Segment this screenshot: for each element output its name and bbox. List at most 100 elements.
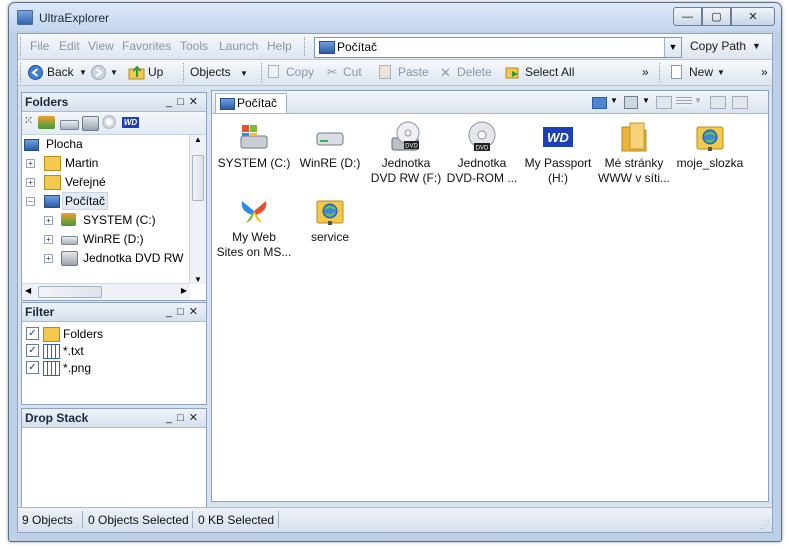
expand-icon[interactable]: + [26,178,35,187]
dvd-rw-icon: DVD [390,121,422,153]
resize-grip-icon[interactable]: ⋰ [760,520,770,531]
delete-label: Delete [457,65,492,79]
panel-controls[interactable]: _□✕ [166,305,203,318]
grid-icon [43,344,60,359]
close-button[interactable]: ✕ [731,7,775,26]
scroll-down-icon[interactable]: ▼ [194,275,202,284]
desktop-icon [24,139,39,151]
list-item[interactable]: SYSTEM (C:) [216,117,292,171]
filter-checkbox[interactable]: ✓ [26,361,39,374]
move-to-icon[interactable] [710,94,728,110]
toolbar-grip[interactable] [20,37,24,56]
svg-text:WD: WD [547,130,569,145]
folders-panel: Folders _□✕ ⁙ WD Plocha + Martin + Veřej… [21,92,207,301]
computer-icon [220,98,235,110]
item-label: WinRE (D:) [299,156,361,170]
chevron-down-icon[interactable]: ▼ [110,64,118,81]
objects-button[interactable]: Objects ▼ [190,64,248,81]
chevron-down-icon[interactable]: ▼ [694,96,702,105]
tree-horizontal-scrollbar[interactable]: ◀ ▶ [22,283,190,300]
filter-item-txt[interactable]: ✓ *.txt [22,342,202,360]
title-bar[interactable]: UltraExplorer — ▢ ✕ [9,3,781,31]
item-label-line2: (H:) [548,171,568,185]
list-item[interactable]: WinRE (D:) [292,117,368,171]
chevron-down-icon[interactable]: ▼ [610,96,618,105]
windows-drive-icon [238,121,270,153]
expand-icon[interactable]: + [26,159,35,168]
chevron-down-icon[interactable]: ▼ [752,38,761,55]
copy-to-icon[interactable] [732,94,750,110]
tab-pocitac[interactable]: Počítač [215,93,287,113]
toolbar-grip[interactable] [20,63,24,82]
menu-tools[interactable]: Tools [180,38,208,55]
menu-help[interactable]: Help [267,38,292,55]
expand-icon[interactable]: + [44,235,53,244]
panel-layout-icon[interactable] [656,94,674,110]
disc-icon[interactable] [102,115,116,129]
dvd-drive-icon[interactable] [82,116,99,131]
item-label-line2: DVD RW (F:) [370,171,442,185]
minimize-button[interactable]: — [673,7,702,26]
address-input[interactable]: Počítač [337,40,377,54]
windows-drive-icon[interactable] [38,116,55,129]
item-label: My Web [232,230,276,244]
toolbar-grip[interactable] [183,63,187,82]
panel-controls[interactable]: _□✕ [166,95,203,108]
drive-icon[interactable] [60,120,79,130]
chevron-down-icon[interactable]: ▼ [642,96,650,105]
window-title: UltraExplorer [39,11,110,25]
tree-vertical-scrollbar[interactable]: ▲ ▼ [189,135,206,284]
toolbar-grip[interactable] [304,37,308,56]
scroll-right-icon[interactable]: ▶ [181,286,187,295]
chevron-down-icon: ▼ [717,68,725,77]
collapse-icon[interactable]: − [26,197,35,206]
item-label-line2: Sites on MS... [216,245,292,259]
drop-stack-panel[interactable]: Drop Stack _□✕ [21,408,207,511]
panel-controls[interactable]: _□✕ [166,411,203,424]
folders-panel-title: Folders [25,95,69,109]
list-item[interactable]: WD My Passport (H:) [520,117,596,186]
filter-checkbox[interactable]: ✓ [26,344,39,357]
menu-view[interactable]: View [88,38,114,55]
filter-item-folders[interactable]: ✓ Folders [22,325,202,343]
list-item[interactable]: My Web Sites on MS... [216,191,292,260]
item-grid: SYSTEM (C:) WinRE (D:) DVD Jednotka DVD … [212,115,768,501]
list-item[interactable]: DVD Jednotka DVD RW (F:) [368,117,444,186]
item-label: moje_slozka [676,156,744,170]
menu-edit[interactable]: Edit [59,38,80,55]
scroll-thumb[interactable] [192,155,204,201]
address-bar[interactable]: Počítač ▼ [314,37,682,58]
network-folder-icon [694,121,726,153]
chevron-down-icon[interactable]: ▼ [79,64,87,81]
list-item[interactable]: Mé stránky WWW v síti... [596,117,672,186]
scroll-left-icon[interactable]: ◀ [25,286,31,295]
toolbar-grip[interactable] [261,63,265,82]
filter-checkbox[interactable]: ✓ [26,327,39,340]
menu-launch[interactable]: Launch [219,38,258,55]
folder-tree-icon[interactable] [592,94,610,110]
wd-drive-icon[interactable]: WD [122,117,139,128]
scroll-up-icon[interactable]: ▲ [194,135,202,144]
menu-file[interactable]: File [30,38,49,55]
details-view-icon[interactable] [676,94,694,110]
item-label: SYSTEM (C:) [217,156,291,170]
scroll-thumb[interactable] [38,286,102,298]
expand-icon[interactable]: + [44,216,53,225]
toolbar-overflow-button[interactable]: » [642,64,649,81]
toolbar-grip[interactable] [659,63,663,82]
menu-favorites[interactable]: Favorites [122,38,171,55]
list-item[interactable]: DVD Jednotka DVD-ROM ... [444,117,520,186]
expand-icon[interactable]: + [44,254,53,263]
view-mode-icon[interactable] [624,94,642,110]
status-object-count: 9 Objects [22,513,73,527]
list-item[interactable]: moje_slozka [672,117,748,171]
scissors-icon: ✂ [327,65,338,79]
filter-item-png[interactable]: ✓ *.png [22,359,202,377]
address-dropdown-button[interactable]: ▼ [664,38,681,57]
copy-path-button[interactable]: Copy Path [690,38,746,55]
toolbar-overflow-button[interactable]: » [761,64,768,81]
chevron-down-icon: ▼ [240,69,248,78]
maximize-button[interactable]: ▢ [702,7,731,26]
list-item[interactable]: service [292,191,368,245]
filter-panel-header: Filter _□✕ [22,303,206,322]
